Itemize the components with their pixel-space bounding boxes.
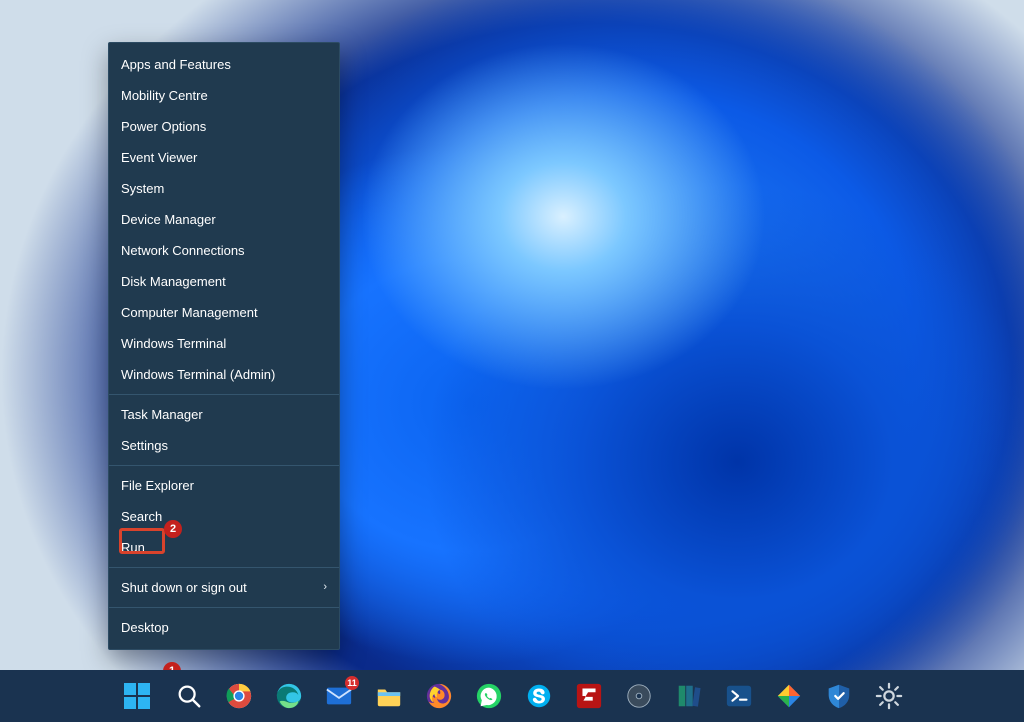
whatsapp-icon: [475, 682, 503, 710]
winx-item-label: Run: [121, 532, 145, 563]
shield-button[interactable]: [823, 680, 855, 712]
menu-separator: [109, 607, 339, 608]
diamond-app-button[interactable]: [773, 680, 805, 712]
winx-item-label: Event Viewer: [121, 142, 197, 173]
winx-item-run[interactable]: Run: [109, 532, 339, 563]
filezilla-button[interactable]: [573, 680, 605, 712]
winx-item-event-viewer[interactable]: Event Viewer: [109, 142, 339, 173]
taskbar: 11: [0, 670, 1024, 722]
winx-item-apps-and-features[interactable]: Apps and Features: [109, 49, 339, 80]
winx-item-label: Shut down or sign out: [121, 572, 247, 603]
winx-item-label: Apps and Features: [121, 49, 231, 80]
disc-button[interactable]: [623, 680, 655, 712]
winx-item-label: Mobility Centre: [121, 80, 208, 111]
winx-item-search[interactable]: Search: [109, 501, 339, 532]
winx-item-system[interactable]: System: [109, 173, 339, 204]
winx-item-label: Network Connections: [121, 235, 245, 266]
mail-button[interactable]: 11: [323, 680, 355, 712]
winx-item-label: Power Options: [121, 111, 206, 142]
winx-item-label: Search: [121, 501, 162, 532]
winx-item-windows-terminal[interactable]: Windows Terminal: [109, 328, 339, 359]
disc-icon: [625, 682, 653, 710]
windows-icon: [122, 681, 152, 711]
menu-separator: [109, 394, 339, 395]
skype-icon: [525, 682, 553, 710]
winx-item-power-options[interactable]: Power Options: [109, 111, 339, 142]
start-button[interactable]: [119, 678, 155, 714]
firefox-icon: [425, 682, 453, 710]
skype-button[interactable]: [523, 680, 555, 712]
search-icon: [175, 682, 203, 710]
winx-item-settings[interactable]: Settings: [109, 430, 339, 461]
winx-item-label: Windows Terminal: [121, 328, 226, 359]
winx-item-device-manager[interactable]: Device Manager: [109, 204, 339, 235]
edge-button[interactable]: [273, 680, 305, 712]
menu-separator: [109, 465, 339, 466]
notification-badge: 11: [345, 676, 359, 690]
chrome-icon: [225, 682, 253, 710]
explorer-icon: [375, 682, 403, 710]
winx-item-file-explorer[interactable]: File Explorer: [109, 470, 339, 501]
winx-item-windows-terminal-admin[interactable]: Windows Terminal (Admin): [109, 359, 339, 390]
winx-item-label: Computer Management: [121, 297, 258, 328]
chrome-button[interactable]: [223, 680, 255, 712]
winx-item-label: Desktop: [121, 612, 169, 643]
books-icon: [675, 682, 703, 710]
winx-item-disk-management[interactable]: Disk Management: [109, 266, 339, 297]
chevron-right-icon: ›: [323, 572, 327, 603]
winx-item-label: Device Manager: [121, 204, 216, 235]
start-context-menu: Apps and FeaturesMobility CentrePower Op…: [108, 42, 340, 650]
winx-item-label: Task Manager: [121, 399, 203, 430]
winx-item-shut-down-or-sign-out[interactable]: Shut down or sign out ›: [109, 572, 339, 603]
explorer-button[interactable]: [373, 680, 405, 712]
books-button[interactable]: [673, 680, 705, 712]
whatsapp-button[interactable]: [473, 680, 505, 712]
shield-icon: [825, 682, 853, 710]
powershell-icon: [725, 682, 753, 710]
winx-item-desktop[interactable]: Desktop: [109, 612, 339, 643]
menu-separator: [109, 567, 339, 568]
winx-item-label: System: [121, 173, 164, 204]
gear-icon: [875, 682, 903, 710]
winx-item-label: File Explorer: [121, 470, 194, 501]
filezilla-icon: [575, 682, 603, 710]
winx-item-computer-management[interactable]: Computer Management: [109, 297, 339, 328]
winx-item-label: Settings: [121, 430, 168, 461]
search-button[interactable]: [173, 680, 205, 712]
firefox-button[interactable]: [423, 680, 455, 712]
winx-item-label: Disk Management: [121, 266, 226, 297]
winx-item-task-manager[interactable]: Task Manager: [109, 399, 339, 430]
diamond-icon: [775, 682, 803, 710]
winx-item-network-connections[interactable]: Network Connections: [109, 235, 339, 266]
powershell-button[interactable]: [723, 680, 755, 712]
edge-icon: [275, 682, 303, 710]
winx-item-label: Windows Terminal (Admin): [121, 359, 275, 390]
winx-item-mobility-centre[interactable]: Mobility Centre: [109, 80, 339, 111]
settings-button[interactable]: [873, 680, 905, 712]
